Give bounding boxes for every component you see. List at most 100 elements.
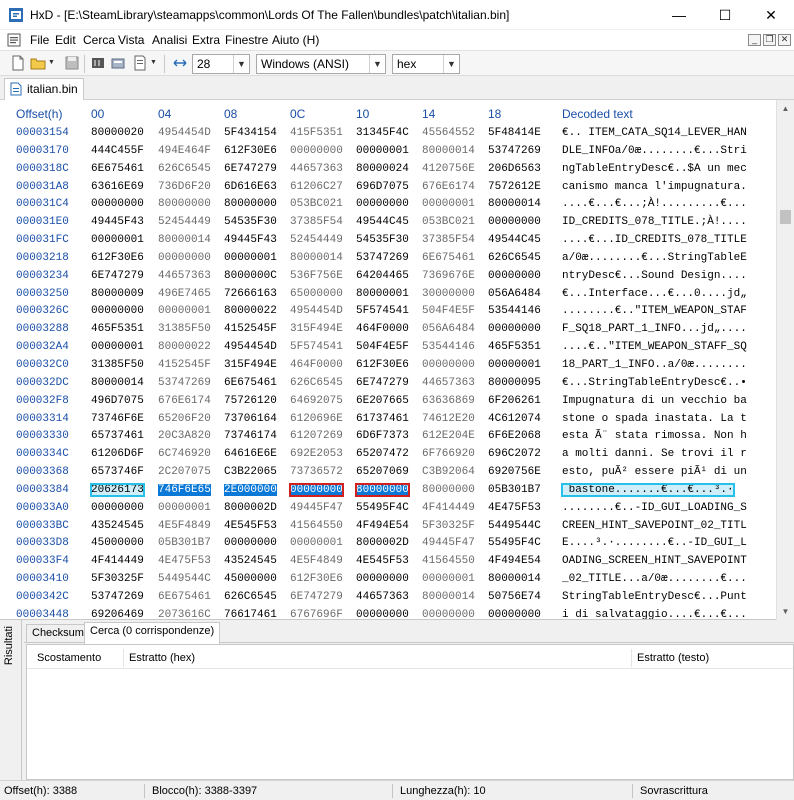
hex-byte-group[interactable]: 00000001 xyxy=(422,573,475,585)
hex-byte-group[interactable]: 49445F43 xyxy=(91,216,144,228)
hex-byte-group[interactable]: 494E464F xyxy=(158,145,211,157)
hex-byte-group[interactable]: 00000000 xyxy=(91,502,144,514)
hex-byte-group[interactable]: 6E747279 xyxy=(290,591,343,603)
hex-byte-group[interactable]: 6120696E xyxy=(290,413,343,425)
hex-row[interactable]: 00003170 444C455F 494E464F 612F30E6 00000000… xyxy=(0,142,774,160)
hex-byte-group[interactable]: 6920756E xyxy=(488,466,541,478)
hex-row[interactable]: 00003154 80000020 4954454D 5F434154 415F5351… xyxy=(0,124,774,142)
hex-byte-group[interactable]: 63636869 xyxy=(422,395,475,407)
hex-byte-group[interactable]: 612E204E xyxy=(422,430,475,442)
hex-byte-group[interactable]: 612F30E6 xyxy=(224,145,277,157)
hex-byte-group[interactable]: 4E545F53 xyxy=(356,555,409,567)
hex-byte-group[interactable]: 612F30E6 xyxy=(290,573,343,585)
hex-row[interactable]: 000033A0 00000000 00000001 8000002D 49445F47… xyxy=(0,499,774,517)
hex-byte-group[interactable]: 31345F4C xyxy=(356,127,409,139)
chevron-down-icon[interactable]: ▼ xyxy=(369,55,385,73)
menu-analisi[interactable]: Analisi xyxy=(152,33,187,47)
hex-byte-group[interactable]: 64692075 xyxy=(290,395,343,407)
hex-byte-group[interactable]: 00000001 xyxy=(91,234,144,246)
open-file-icon[interactable] xyxy=(30,55,46,71)
hex-byte-group[interactable]: 31385F50 xyxy=(158,323,211,335)
column-header-text[interactable]: Estratto (testo) xyxy=(637,652,709,664)
ram-icon[interactable] xyxy=(90,55,106,71)
hex-byte-group[interactable]: 65207472 xyxy=(356,448,409,460)
decoded-text[interactable]: 18_PART_1_INFO..a/0æ........ xyxy=(562,359,747,371)
hex-row[interactable]: 00003234 6E747279 44657363 8000000C 536F756E… xyxy=(0,267,774,285)
decoded-text[interactable]: bastone.......€...€...³.· xyxy=(561,482,735,497)
hex-byte-group[interactable]: 53747269 xyxy=(488,145,541,157)
chevron-down-icon[interactable]: ▼ xyxy=(443,55,459,73)
hex-byte-group[interactable]: 73746174 xyxy=(224,430,277,442)
hex-byte-group[interactable]: 53747269 xyxy=(158,377,211,389)
hex-byte-group[interactable]: 6767696F xyxy=(290,609,343,619)
decoded-text[interactable]: €...StringTableEntryDesc€..• xyxy=(562,377,747,389)
hex-byte-group[interactable]: 20C3A820 xyxy=(158,430,211,442)
decoded-text[interactable]: i di salvataggio....€...€... xyxy=(562,609,747,619)
hex-byte-group[interactable]: 72666163 xyxy=(224,288,277,300)
charset-select[interactable]: Windows (ANSI) ▼ xyxy=(256,54,386,74)
hex-byte-group[interactable]: 6D616E63 xyxy=(224,181,277,193)
column-divider[interactable] xyxy=(631,649,632,667)
hex-byte-group[interactable]: 4152545F xyxy=(224,323,277,335)
hex-byte-group[interactable]: 41564550 xyxy=(290,520,343,532)
hex-byte-group[interactable]: 53747269 xyxy=(356,252,409,264)
hex-byte-group[interactable]: 464F0000 xyxy=(356,323,409,335)
menu-vista[interactable]: Vista xyxy=(118,33,144,47)
hex-byte-group[interactable]: 20626173 xyxy=(90,482,145,497)
hex-byte-group[interactable]: 465F5351 xyxy=(488,341,541,353)
hex-byte-group[interactable]: 464F0000 xyxy=(290,359,343,371)
hex-byte-group[interactable]: 536F756E xyxy=(290,270,343,282)
hex-byte-group[interactable]: 80000014 xyxy=(422,145,475,157)
tab-cerca[interactable]: Cerca (0 corrispondenze) xyxy=(84,622,221,644)
decoded-text[interactable]: OADING_SCREEN_HINT_SAVEPOINT xyxy=(562,555,747,567)
hex-byte-group[interactable]: 00000000 xyxy=(289,482,344,497)
hex-byte-group[interactable]: 00000000 xyxy=(488,270,541,282)
menu-edit[interactable]: Edit xyxy=(55,33,76,47)
hex-byte-group[interactable]: 6E675461 xyxy=(91,163,144,175)
decoded-text[interactable]: StringTableEntryDesc€...Punt xyxy=(562,591,747,603)
column-header-hex[interactable]: Estratto (hex) xyxy=(129,652,195,664)
scrollbar-thumb[interactable] xyxy=(780,210,791,224)
hex-row[interactable]: 000033BC 43524545 4E5F4849 4E545F53 41564550… xyxy=(0,517,774,535)
hex-byte-group[interactable]: 69206469 xyxy=(91,609,144,619)
hex-byte-group[interactable]: 6E675461 xyxy=(224,377,277,389)
hex-byte-group[interactable]: 44657363 xyxy=(356,591,409,603)
hex-byte-group[interactable]: 00000000 xyxy=(488,323,541,335)
hex-byte-group[interactable]: 7572612E xyxy=(488,181,541,193)
hex-byte-group[interactable]: 2E000000 xyxy=(224,483,277,496)
hex-byte-group[interactable]: 626C6545 xyxy=(158,163,211,175)
hex-byte-group[interactable]: 44657363 xyxy=(158,270,211,282)
hex-row[interactable]: 00003250 80000009 496E7465 72666163 65000000… xyxy=(0,285,774,303)
hex-byte-group[interactable]: 5F434154 xyxy=(224,127,277,139)
hex-byte-group[interactable]: 746F6E65 xyxy=(158,483,211,496)
hex-byte-group[interactable]: 65000000 xyxy=(290,288,343,300)
hex-byte-group[interactable]: C3B92064 xyxy=(422,466,475,478)
hex-byte-group[interactable]: 31385F50 xyxy=(91,359,144,371)
hex-byte-group[interactable]: 5F30325F xyxy=(422,520,475,532)
tab-checksum[interactable]: Checksum xyxy=(26,624,90,643)
decoded-text[interactable]: ........€..-ID_GUI_LOADING_S xyxy=(562,502,747,514)
hex-row[interactable]: 00003314 73746F6E 65206F20 73706164 6120696E… xyxy=(0,410,774,428)
hex-rows[interactable]: 00003154 80000020 4954454D 5F434154 415F5351… xyxy=(0,124,774,619)
hex-byte-group[interactable]: 5F574541 xyxy=(356,305,409,317)
scroll-down-icon[interactable]: ▼ xyxy=(777,603,794,620)
hex-row[interactable]: 000032C0 31385F50 4152545F 315F494E 464F0000… xyxy=(0,356,774,374)
hex-byte-group[interactable]: 5F48414E xyxy=(488,127,541,139)
hex-byte-group[interactable]: 45000000 xyxy=(224,573,277,585)
hex-byte-group[interactable]: 496E7465 xyxy=(158,288,211,300)
column-divider[interactable] xyxy=(123,649,124,667)
hex-byte-group[interactable]: 415F5351 xyxy=(290,127,343,139)
hex-byte-group[interactable]: 45000000 xyxy=(91,537,144,549)
hex-byte-group[interactable]: 00000000 xyxy=(224,537,277,549)
results-table[interactable]: Scostamento Estratto (hex) Estratto (tes… xyxy=(26,644,794,780)
decoded-text[interactable]: €.. ITEM_CATA_SQ14_LEVER_HAN xyxy=(562,127,747,139)
hex-byte-group[interactable]: 7369676E xyxy=(422,270,475,282)
hex-byte-group[interactable]: 61206C27 xyxy=(290,181,343,193)
hex-byte-group[interactable]: 676E6174 xyxy=(422,181,475,193)
tab-italian-bin[interactable]: italian.bin xyxy=(4,78,84,100)
hex-byte-group[interactable]: 2073616C xyxy=(158,609,211,619)
decoded-text[interactable]: E....³.·........€..-ID_GUI_L xyxy=(562,537,747,549)
hex-byte-group[interactable]: 05B301B7 xyxy=(488,484,541,496)
column-header-offset[interactable]: Scostamento xyxy=(37,652,101,664)
hex-byte-group[interactable]: 00000000 xyxy=(488,609,541,619)
